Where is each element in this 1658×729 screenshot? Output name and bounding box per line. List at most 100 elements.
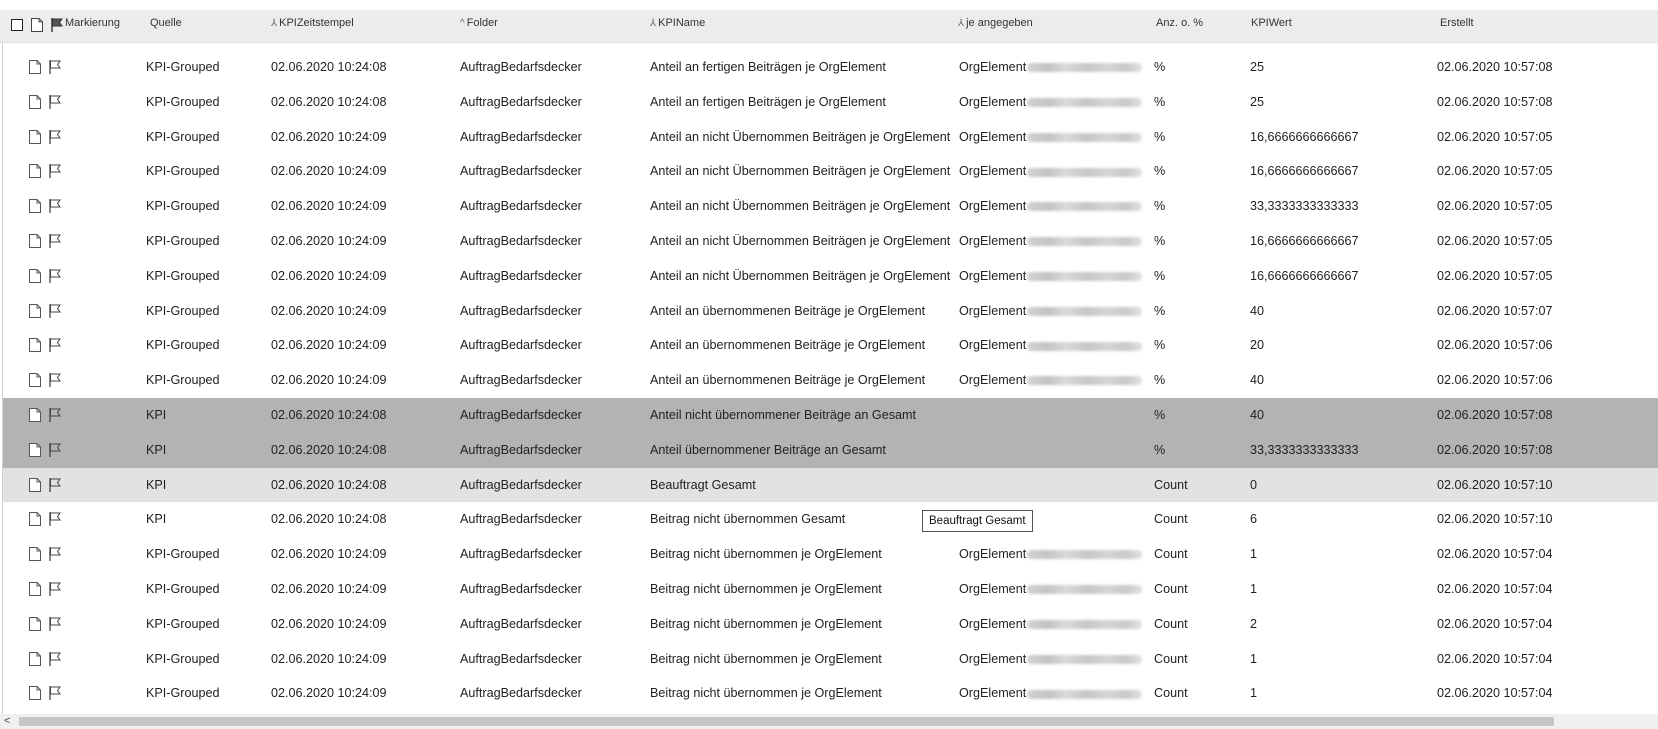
folder-cell: AuftragBedarfsdecker <box>460 407 582 422</box>
flag-icon[interactable] <box>48 407 62 426</box>
quelle-cell: KPI-Grouped <box>146 164 220 179</box>
erstellt-cell: 02.06.2020 10:57:04 <box>1437 547 1553 562</box>
flag-icon[interactable] <box>48 337 62 356</box>
document-icon[interactable] <box>28 511 42 530</box>
document-icon[interactable] <box>28 616 42 635</box>
header-kpiwert[interactable]: KPIWert <box>1251 10 1292 42</box>
quelle-cell: KPI-Grouped <box>146 303 220 318</box>
folder-cell: AuftragBedarfsdecker <box>460 303 582 318</box>
flag-filled-icon[interactable] <box>50 17 64 36</box>
table-row[interactable]: KPI-Grouped 02.06.2020 10:24:09 AuftragBed… <box>3 224 1658 259</box>
header-je-angegeben[interactable]: ⅄ je angegeben <box>958 10 1033 42</box>
scroll-left-icon[interactable]: < <box>4 714 10 729</box>
flag-icon[interactable] <box>48 233 62 252</box>
flag-icon[interactable] <box>48 303 62 322</box>
document-icon[interactable] <box>28 59 42 78</box>
flag-icon[interactable] <box>48 685 62 704</box>
document-icon[interactable] <box>28 407 42 426</box>
table-row[interactable]: KPI-Grouped 02.06.2020 10:24:09 AuftragBed… <box>3 328 1658 363</box>
table-row[interactable]: KPI 02.06.2020 10:24:08 AuftragBedarfsdeck… <box>3 502 1658 537</box>
document-icon[interactable] <box>28 268 42 287</box>
anz-cell: % <box>1154 60 1166 74</box>
sort-icon: ⅄ <box>958 18 965 29</box>
flag-icon[interactable] <box>48 546 62 565</box>
table-row[interactable]: KPI-Grouped 02.06.2020 10:24:09 AuftragBed… <box>3 363 1658 398</box>
header-anz[interactable]: Anz. o. % <box>1156 10 1203 42</box>
je-angegeben-cell: OrgElement <box>959 154 1143 189</box>
flag-icon[interactable] <box>48 198 62 217</box>
document-icon[interactable] <box>28 442 42 461</box>
flag-icon[interactable] <box>48 163 62 182</box>
flag-icon[interactable] <box>48 94 62 113</box>
document-icon[interactable] <box>28 372 42 391</box>
zeitstempel-cell: 02.06.2020 10:24:08 <box>271 477 387 492</box>
document-icon[interactable] <box>28 163 42 182</box>
flag-icon[interactable] <box>48 651 62 670</box>
flag-icon[interactable] <box>48 59 62 78</box>
flag-icon[interactable] <box>48 372 62 391</box>
table-row[interactable]: KPI-Grouped 02.06.2020 10:24:08 AuftragBed… <box>3 85 1658 120</box>
document-icon[interactable] <box>28 581 42 600</box>
zeitstempel-cell: 02.06.2020 10:24:09 <box>271 199 387 214</box>
table-row[interactable]: KPI-Grouped 02.06.2020 10:24:09 AuftragBed… <box>3 676 1658 711</box>
table-row[interactable]: KPI 02.06.2020 10:24:08 AuftragBedarfsdeck… <box>3 432 1658 468</box>
flag-icon[interactable] <box>48 477 62 496</box>
je-angegeben-cell: OrgElement <box>959 224 1143 259</box>
table-row[interactable]: KPI-Grouped 02.06.2020 10:24:08 AuftragBed… <box>3 50 1658 85</box>
flag-icon[interactable] <box>48 268 62 287</box>
document-icon[interactable] <box>28 651 42 670</box>
kpiname-cell: Anteil an nicht Übernommen Beiträgen je … <box>650 164 951 179</box>
header-folder[interactable]: ^ Folder <box>460 10 498 42</box>
table-row[interactable]: KPI-Grouped 02.06.2020 10:24:09 AuftragBed… <box>3 259 1658 294</box>
table-row[interactable]: KPI-Grouped 02.06.2020 10:24:09 AuftragBed… <box>3 572 1658 607</box>
document-icon[interactable] <box>28 303 42 322</box>
table-row[interactable]: KPI 02.06.2020 10:24:08 AuftragBedarfsdeck… <box>3 397 1658 433</box>
table-row[interactable]: KPI-Grouped 02.06.2020 10:24:09 AuftragBed… <box>3 642 1658 677</box>
select-all-checkbox[interactable] <box>11 19 23 31</box>
document-icon[interactable] <box>28 233 42 252</box>
folder-cell: AuftragBedarfsdecker <box>460 616 582 631</box>
je-angegeben-cell: OrgElement <box>959 328 1143 363</box>
flag-icon[interactable] <box>48 581 62 600</box>
document-icon[interactable] <box>28 477 42 496</box>
header-markierung[interactable]: Markierung <box>65 10 120 42</box>
redacted-value <box>1027 167 1143 177</box>
document-icon[interactable] <box>28 337 42 356</box>
je-angegeben-cell: OrgElement <box>959 294 1143 329</box>
table-row[interactable]: KPI 02.06.2020 10:24:08 AuftragBedarfsdeck… <box>3 467 1658 503</box>
sort-icon: ⅄ <box>271 18 278 29</box>
table-row[interactable]: KPI-Grouped 02.06.2020 10:24:09 AuftragBed… <box>3 154 1658 189</box>
table-row[interactable]: KPI-Grouped 02.06.2020 10:24:09 AuftragBed… <box>3 537 1658 572</box>
flag-icon[interactable] <box>48 442 62 461</box>
table-row[interactable]: KPI-Grouped 02.06.2020 10:24:09 AuftragBed… <box>3 189 1658 224</box>
redacted-value <box>1027 619 1143 629</box>
folder-cell: AuftragBedarfsdecker <box>460 651 582 666</box>
anz-cell: % <box>1154 233 1166 248</box>
sort-icon: ⅄ <box>650 18 657 29</box>
table-row[interactable]: KPI-Grouped 02.06.2020 10:24:09 AuftragBed… <box>3 294 1658 329</box>
scrollbar-thumb[interactable] <box>19 717 1554 726</box>
zeitstempel-cell: 02.06.2020 10:24:09 <box>271 581 387 596</box>
folder-cell: AuftragBedarfsdecker <box>460 547 582 562</box>
flag-icon[interactable] <box>48 616 62 635</box>
header-quelle[interactable]: Quelle <box>150 10 182 42</box>
document-icon[interactable] <box>28 685 42 704</box>
kpiwert-cell: 16,6666666666667 <box>1250 268 1359 283</box>
document-icon[interactable] <box>28 546 42 565</box>
header-kpizeitstempel[interactable]: ⅄ KPIZeitstempel <box>271 10 354 42</box>
anz-cell: Count <box>1154 512 1188 527</box>
header-erstellt[interactable]: Erstellt <box>1440 10 1474 42</box>
header-kpiname[interactable]: ⅄ KPIName <box>650 10 705 42</box>
table-row[interactable]: KPI-Grouped 02.06.2020 10:24:09 AuftragBed… <box>3 120 1658 155</box>
folder-cell: AuftragBedarfsdecker <box>460 512 582 527</box>
flag-icon[interactable] <box>48 129 62 148</box>
horizontal-scrollbar[interactable]: < <box>0 714 1658 729</box>
document-icon[interactable] <box>28 198 42 217</box>
document-icon[interactable] <box>28 129 42 148</box>
document-icon[interactable] <box>28 94 42 113</box>
anz-cell: % <box>1154 164 1166 179</box>
zeitstempel-cell: 02.06.2020 10:24:09 <box>271 547 387 562</box>
flag-icon[interactable] <box>48 511 62 530</box>
table-row[interactable]: KPI-Grouped 02.06.2020 10:24:09 AuftragBed… <box>3 607 1658 642</box>
kpiname-cell: Beitrag nicht übernommen je OrgElement <box>650 616 882 631</box>
